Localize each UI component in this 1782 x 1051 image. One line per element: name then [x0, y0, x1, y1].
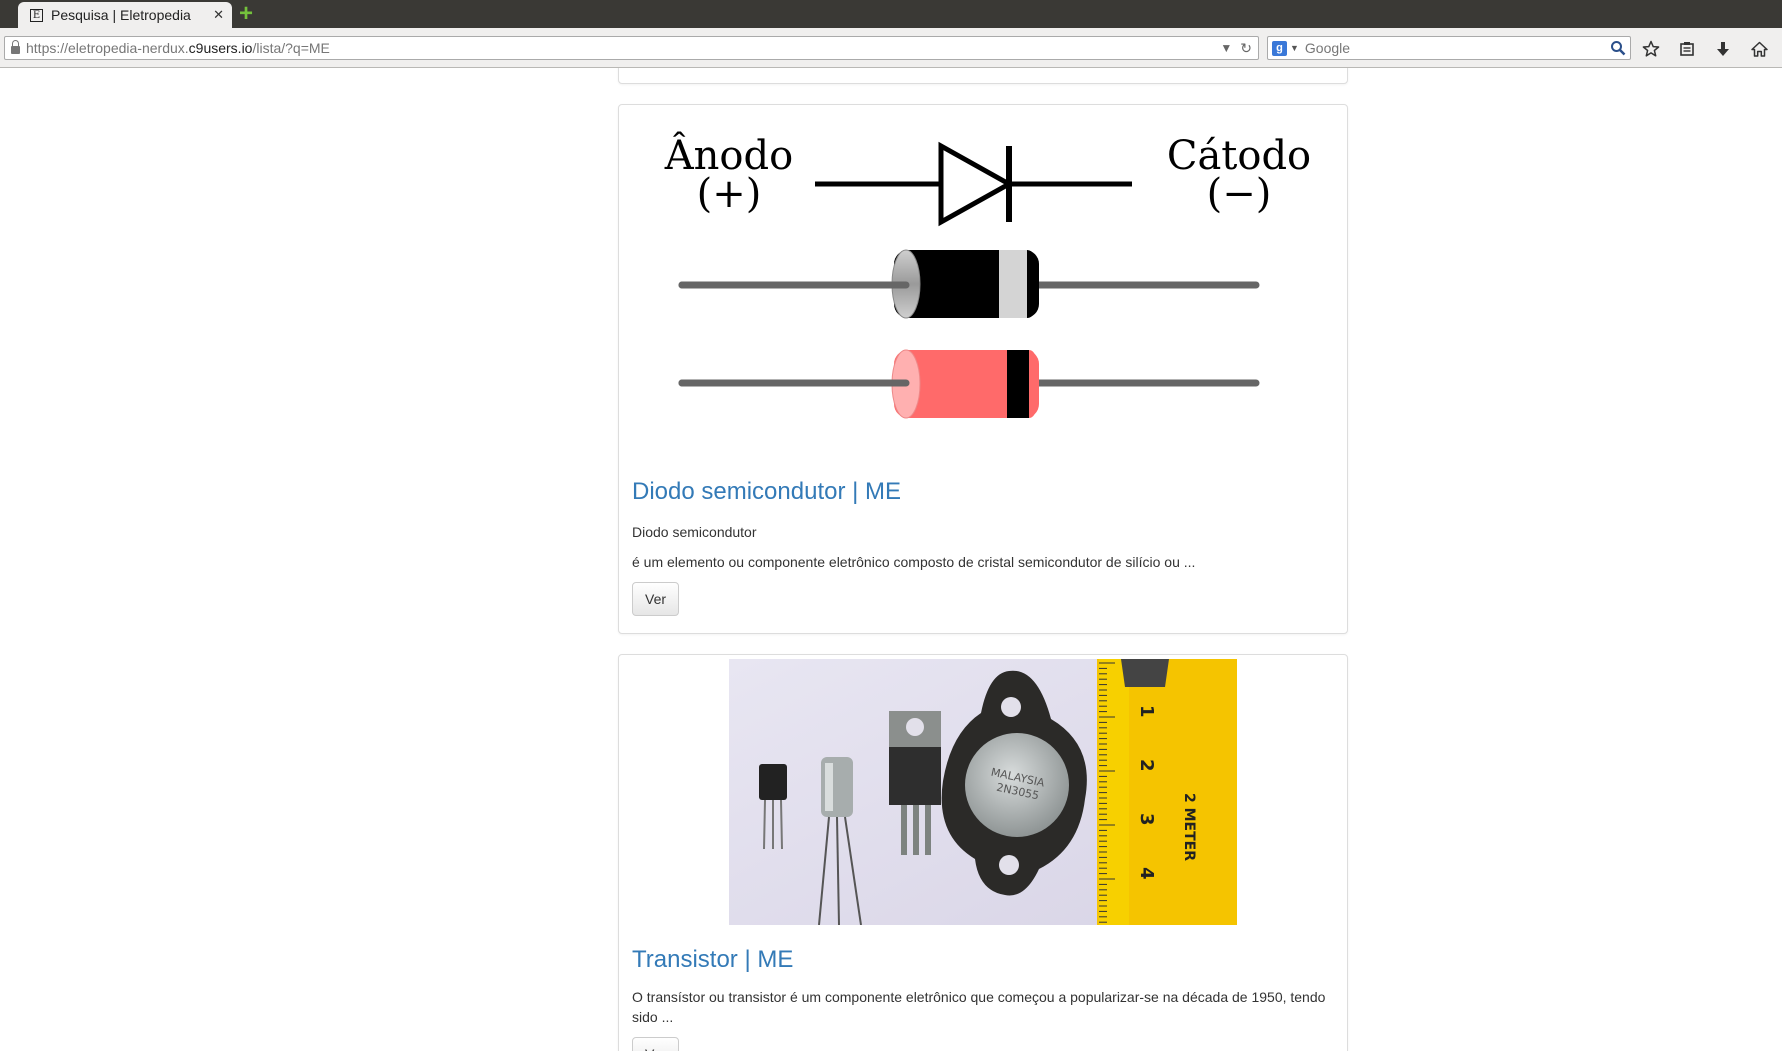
ruler-number-3: 3: [1136, 813, 1157, 826]
tab-title: Pesquisa | Eletropedia: [51, 7, 191, 23]
ruler-number-1: 1: [1136, 705, 1157, 718]
result-subtitle-diodo: Diodo semicondutor: [632, 524, 757, 540]
ruler-text: 2 METER: [1181, 793, 1197, 861]
transistor-photo: MALAYSIA 2N3055 1 2 3 4 2 METER: [729, 659, 1237, 925]
diode-schematic-symbol: [815, 141, 1132, 227]
page-viewport: Ânodo (+) Cátodo (−) Diodo semicondutor …: [0, 68, 1782, 1051]
search-bar[interactable]: g ▼ Google: [1267, 36, 1631, 60]
ruler-number-2: 2: [1136, 759, 1157, 772]
download-icon[interactable]: [1712, 38, 1734, 60]
black-diode-component: [678, 249, 1260, 319]
url-dropdown-icon[interactable]: ▼: [1220, 41, 1232, 55]
result-card-transistor: MALAYSIA 2N3055 1 2 3 4 2 METER Transist…: [618, 654, 1348, 1051]
site-favicon-icon: E: [30, 8, 43, 22]
reload-icon[interactable]: ↻: [1240, 40, 1252, 57]
diode-illustration: Ânodo (+) Cátodo (−): [664, 132, 1311, 419]
bookmarks-list-icon[interactable]: [1676, 38, 1698, 60]
url-path: /lista/?q=ME: [252, 40, 330, 56]
browser-tab[interactable]: E Pesquisa | Eletropedia ✕: [18, 2, 232, 28]
ver-button-diodo[interactable]: Ver: [632, 582, 680, 616]
result-description-transistor: O transístor ou transistor é um componen…: [632, 989, 1326, 1025]
result-title-transistor[interactable]: Transistor | ME: [632, 945, 1334, 975]
ver-button-transistor[interactable]: Ver: [632, 1037, 680, 1051]
url-host: c9users.io: [188, 40, 253, 56]
anode-sign: (+): [697, 171, 762, 217]
new-tab-icon[interactable]: +: [239, 2, 261, 26]
result-title-diodo[interactable]: Diodo semicondutor | ME: [632, 477, 1334, 507]
close-tab-icon[interactable]: ✕: [213, 7, 224, 23]
search-input[interactable]: Google: [1305, 40, 1606, 56]
ruler: 1 2 3 4 2 METER: [1097, 659, 1237, 925]
address-bar[interactable]: https://eletropedia-nerdux.c9users.io/li…: [4, 36, 1259, 60]
result-card-diodo: Ânodo (+) Cátodo (−) Diodo semicondutor …: [618, 104, 1348, 634]
home-icon[interactable]: [1748, 38, 1770, 60]
tab-strip: E Pesquisa | Eletropedia ✕ +: [0, 0, 1782, 28]
red-diode-component: [678, 349, 1260, 419]
google-engine-icon[interactable]: g: [1272, 40, 1287, 56]
url-prefix: https://eletropedia-nerdux.: [26, 40, 189, 56]
lock-icon: [11, 39, 20, 54]
result-description-diodo: é um elemento ou componente eletrônico c…: [632, 554, 1196, 570]
url-text[interactable]: https://eletropedia-nerdux.c9users.io/li…: [26, 40, 1220, 56]
previous-result-card: [618, 68, 1348, 84]
bookmark-star-icon[interactable]: [1640, 38, 1662, 60]
navigation-toolbar: https://eletropedia-nerdux.c9users.io/li…: [0, 28, 1782, 68]
cathode-sign: (−): [1207, 171, 1272, 217]
ruler-number-4: 4: [1136, 867, 1157, 880]
engine-dropdown-icon[interactable]: ▼: [1290, 43, 1299, 53]
search-icon[interactable]: [1606, 37, 1630, 59]
